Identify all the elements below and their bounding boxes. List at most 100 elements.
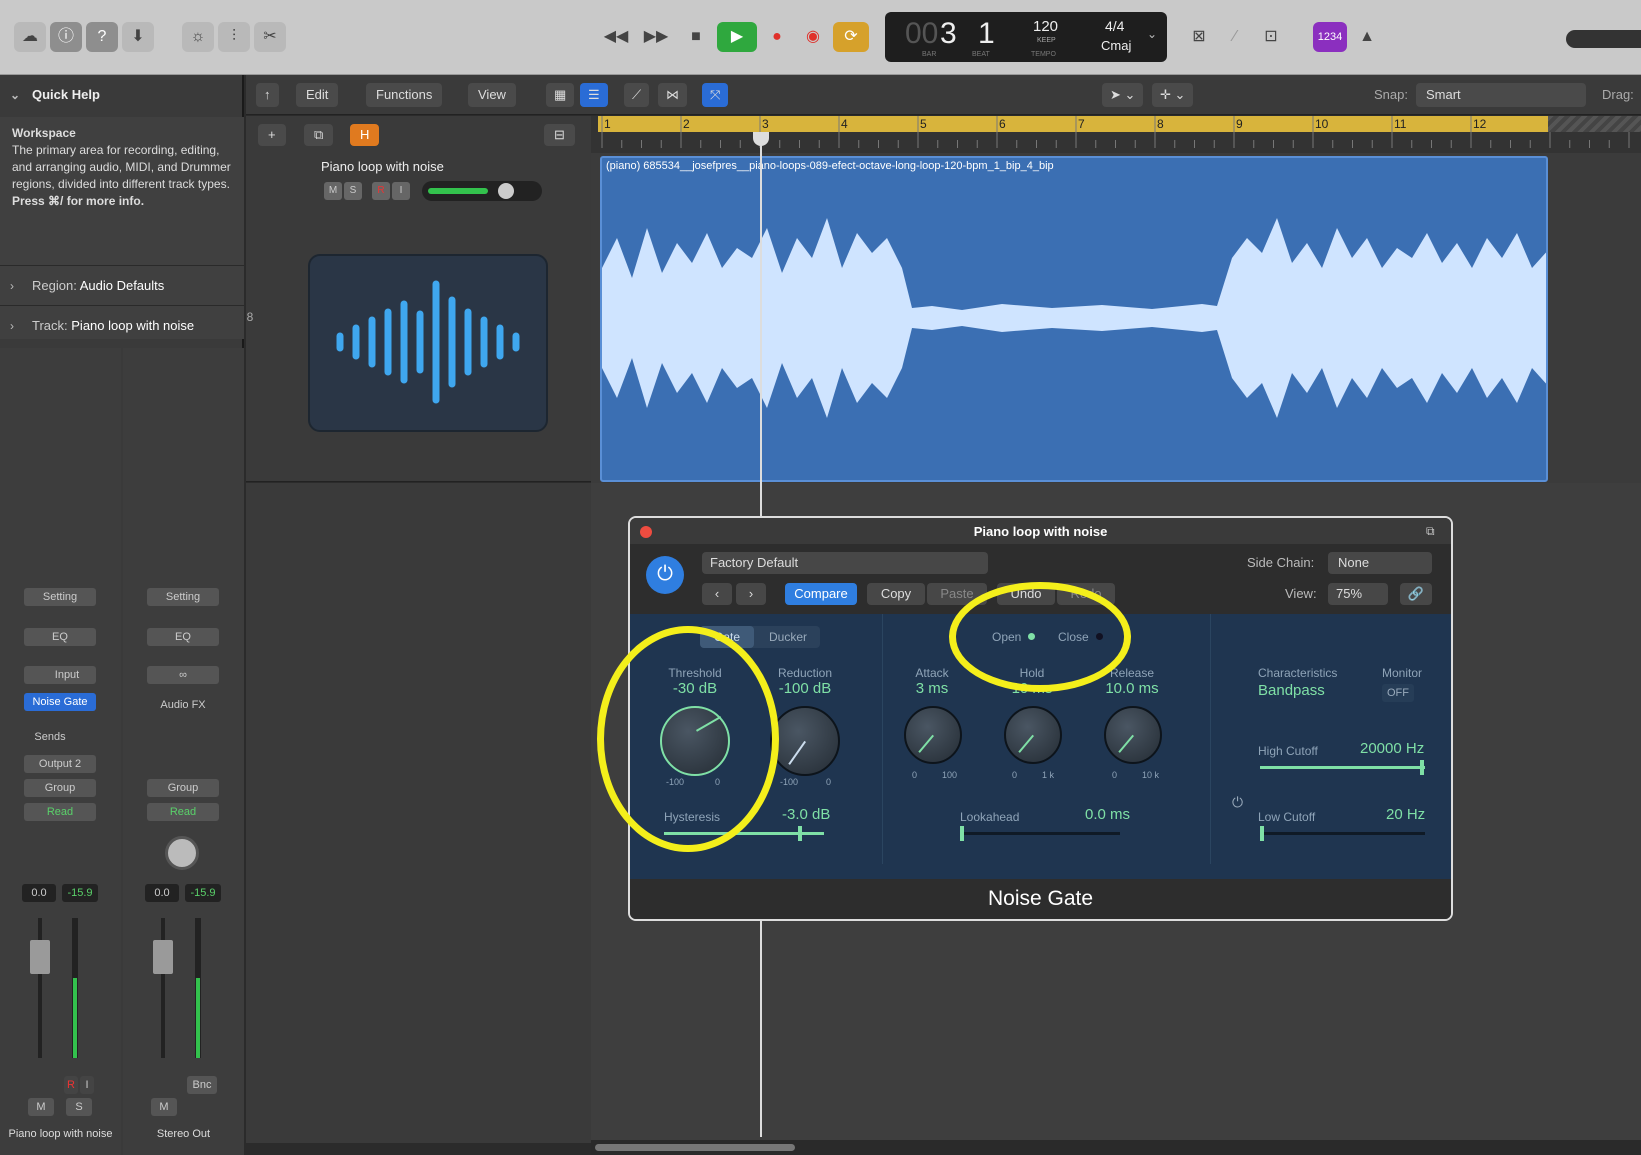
setting-button[interactable]: Setting — [147, 588, 219, 606]
eq-button[interactable]: EQ — [147, 628, 219, 646]
editors-icon[interactable]: ✂ — [254, 22, 286, 52]
audio-fx-slot[interactable]: Audio FX — [147, 696, 219, 714]
quick-help-icon[interactable]: ? — [86, 22, 118, 52]
channel-strip-stereo-out: Setting EQ ∞ Audio FX Group Read 0.0 -15… — [123, 348, 244, 1155]
pan-knob[interactable] — [165, 836, 199, 870]
monitor-toggle[interactable]: OFF — [1382, 684, 1414, 702]
functions-menu[interactable]: Functions — [366, 83, 443, 107]
chevron-right-icon: › — [10, 319, 14, 333]
region-inspector[interactable]: › Region: Audio Defaults — [0, 265, 244, 305]
smart-controls-icon[interactable]: ☼ — [182, 22, 214, 52]
mute-button[interactable]: M — [151, 1098, 177, 1116]
hold-knob[interactable] — [1004, 706, 1062, 764]
input-button[interactable]: Input — [24, 666, 96, 684]
inspector-icon[interactable]: ⓘ — [50, 22, 82, 52]
quick-help-header[interactable]: ⌄ Quick Help — [0, 75, 244, 115]
power-icon[interactable]: ⏻ — [646, 556, 684, 594]
snap-select[interactable]: Smart — [1416, 83, 1586, 107]
tuner-icon[interactable]: ⊠ — [1183, 22, 1215, 52]
metronome-icon[interactable]: ▲ — [1351, 22, 1383, 52]
sample-icon[interactable]: ⊡ — [1255, 22, 1287, 52]
replace-record-icon[interactable]: ◉ — [797, 22, 829, 52]
track-mute-button[interactable]: M — [324, 182, 342, 200]
ruler-bar-number: 5 — [920, 117, 927, 131]
output-button[interactable]: Output 2 — [24, 755, 96, 773]
audio-region[interactable]: (piano) 685534__josefpres__piano-loops-0… — [600, 156, 1548, 482]
setting-button[interactable]: Setting — [24, 588, 96, 606]
lookahead-slider[interactable] — [960, 826, 1120, 841]
cycle-button[interactable]: ⟳ — [833, 22, 869, 52]
group-button[interactable]: Group — [24, 779, 96, 797]
track-record-button[interactable]: R — [372, 182, 390, 200]
view-menu[interactable]: View — [468, 83, 516, 107]
fast-forward-icon[interactable]: ▶▶ — [640, 22, 672, 52]
copy-button[interactable]: Copy — [867, 583, 925, 605]
preset-select[interactable]: Factory Default — [702, 552, 988, 574]
release-knob[interactable] — [1104, 706, 1162, 764]
record-button[interactable]: ● — [761, 22, 793, 52]
compare-button[interactable]: Compare — [785, 583, 857, 605]
record-enable-button[interactable]: R — [64, 1076, 78, 1094]
play-button[interactable]: ▶ — [717, 22, 757, 52]
volume-fader[interactable] — [153, 940, 173, 974]
automation-button[interactable]: Read — [147, 803, 219, 821]
sidechain-select[interactable]: None — [1328, 552, 1432, 574]
duplicate-track-icon[interactable]: ⧉ — [304, 124, 334, 146]
pointer-tool-icon[interactable]: ➤ ⌄ — [1102, 83, 1144, 107]
automation-icon[interactable]: ⟋ — [624, 83, 650, 107]
low-cutoff-slider[interactable] — [1260, 826, 1425, 841]
stop-icon[interactable]: ■ — [680, 22, 712, 52]
back-icon[interactable]: ↑ — [256, 83, 279, 107]
mute-button[interactable]: M — [28, 1098, 54, 1116]
low-cutoff-label: Low Cutoff — [1258, 810, 1316, 824]
solo-icon[interactable]: ⁄ — [1219, 22, 1251, 52]
view-select[interactable]: 75% — [1328, 583, 1388, 605]
automation-button[interactable]: Read — [24, 803, 96, 821]
mixer-icon[interactable]: ⫶ — [218, 22, 250, 52]
collapse-icon[interactable]: ⊟ — [544, 124, 575, 146]
bounce-button[interactable]: Bnc — [187, 1076, 217, 1094]
marquee-tool-icon[interactable]: ✛ ⌄ — [1152, 83, 1194, 107]
edit-menu[interactable]: Edit — [296, 83, 339, 107]
cycle-ruler[interactable]: 1234567891011121314 — [598, 116, 1641, 148]
list-icon[interactable]: ☰ — [580, 83, 608, 107]
ducker-mode-button[interactable]: Ducker — [758, 626, 818, 648]
lcd-display[interactable]: 00 3 1 BAR BEAT 120 KEEP TEMPO 4/4 Cmaj … — [885, 12, 1167, 62]
characteristics-select[interactable]: Bandpass — [1258, 682, 1325, 699]
next-preset-icon[interactable]: › — [736, 583, 766, 605]
lcd-chevron-down-icon[interactable]: ⌄ — [1147, 27, 1157, 41]
group-button[interactable]: Group — [147, 779, 219, 797]
eq-button[interactable]: EQ — [24, 628, 96, 646]
track-label: Track: — [32, 318, 68, 333]
noise-gate-plugin-slot[interactable]: Noise Gate — [24, 693, 96, 711]
input-monitor-button[interactable]: I — [80, 1076, 94, 1094]
master-volume-slider[interactable] — [1566, 30, 1641, 48]
volume-fader[interactable] — [30, 940, 50, 974]
track-input-monitor-button[interactable]: I — [392, 182, 410, 200]
hide-tracks-button[interactable]: H — [350, 124, 380, 146]
high-cutoff-slider[interactable] — [1260, 760, 1425, 775]
previous-preset-icon[interactable]: ‹ — [702, 583, 732, 605]
solo-button[interactable]: S — [66, 1098, 92, 1116]
channel-strip-track: Setting EQ Input Noise Gate Sends Output… — [0, 348, 121, 1155]
lcd-tempo: 120 — [1033, 18, 1059, 35]
library-icon[interactable]: ☁ — [14, 22, 46, 52]
link-filter-icon[interactable]: ⏻ — [1232, 794, 1243, 811]
grid-icon[interactable]: ▦ — [546, 83, 575, 107]
catch-icon[interactable]: ⤧ — [702, 83, 729, 107]
rewind-icon[interactable]: ◀◀ — [600, 22, 632, 52]
track-name[interactable]: Piano loop with noise — [321, 159, 444, 174]
track-inspector[interactable]: › Track: Piano loop with noise — [0, 305, 244, 345]
flex-icon[interactable]: ⋈ — [658, 83, 687, 107]
count-in-button[interactable]: 1234 — [1313, 22, 1347, 52]
link-icon[interactable]: 🔗 — [1400, 583, 1432, 605]
expand-icon[interactable]: ⧉ — [1426, 524, 1435, 539]
track-volume-slider[interactable] — [422, 181, 542, 201]
add-track-icon[interactable]: + — [258, 124, 286, 146]
attack-knob[interactable] — [904, 706, 962, 764]
toolbar-icon[interactable]: ⬇ — [122, 22, 154, 52]
stereo-link-icon[interactable]: ∞ — [147, 666, 219, 684]
horizontal-scrollbar[interactable] — [591, 1140, 1641, 1155]
track-solo-button[interactable]: S — [344, 182, 362, 200]
reduction-knob[interactable] — [770, 706, 840, 776]
